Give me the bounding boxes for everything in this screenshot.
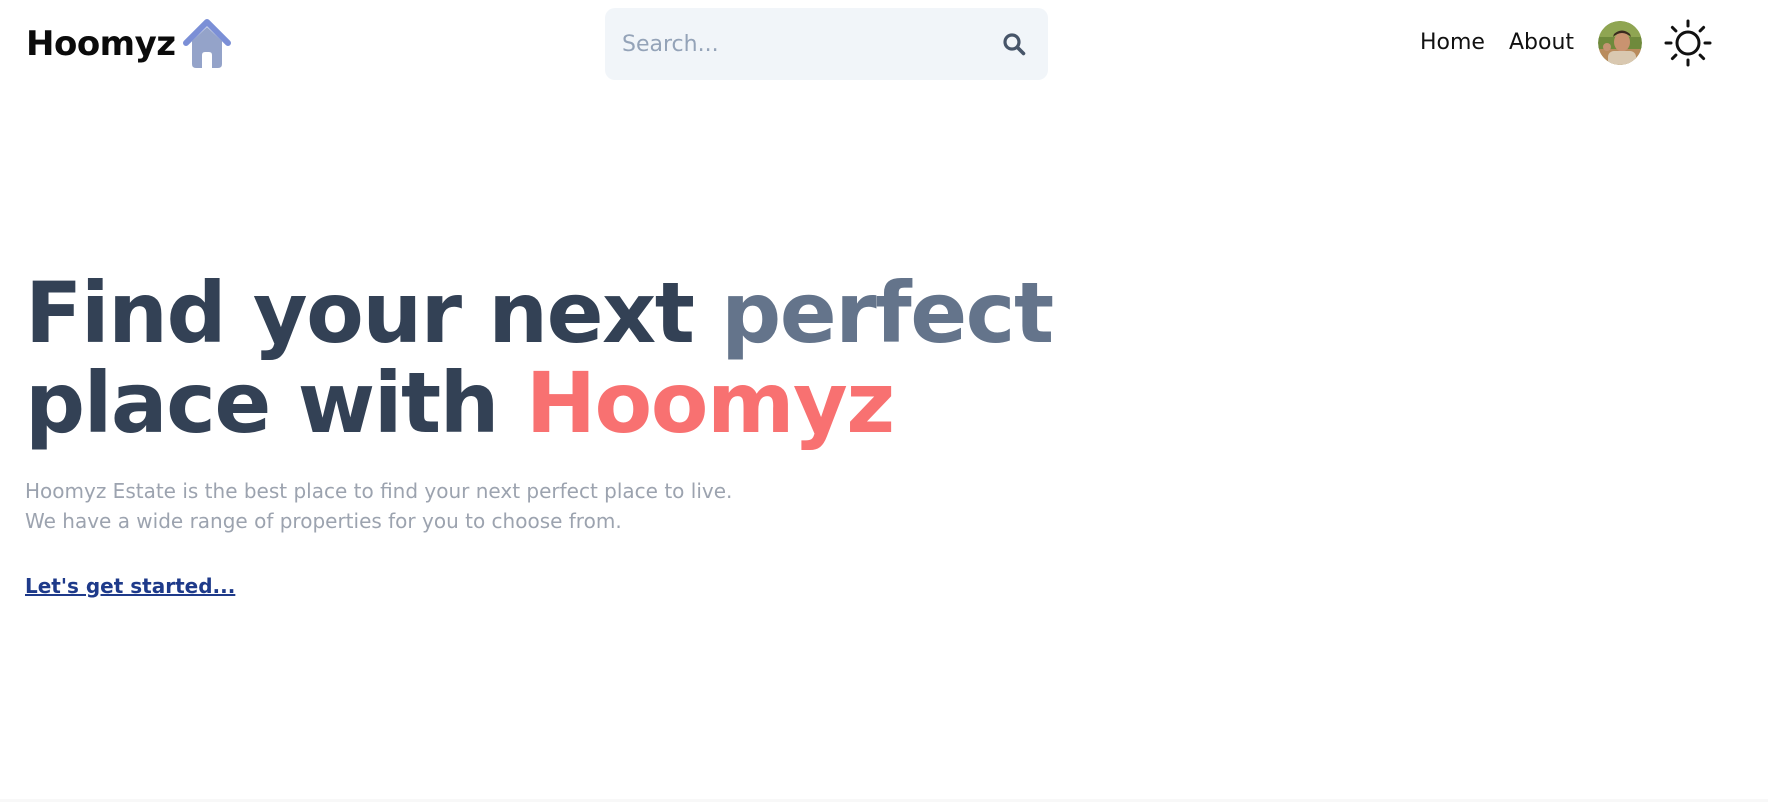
hero-title-part1: Find your next xyxy=(25,264,722,362)
page: Hoomyz Home About xyxy=(0,0,1768,802)
search-input[interactable] xyxy=(605,8,996,80)
nav-about-link[interactable]: About xyxy=(1509,32,1574,54)
hero-section: Find your next perfect place with Hoomyz… xyxy=(25,268,1125,598)
search-icon xyxy=(1003,33,1026,56)
nav-home-link[interactable]: Home xyxy=(1420,32,1485,54)
hero-title-part2: place with xyxy=(25,354,526,452)
hero-description-line2: We have a wide range of properties for y… xyxy=(25,509,622,533)
get-started-link[interactable]: Let's get started... xyxy=(25,574,235,598)
hero-title-accent: perfect xyxy=(721,264,1054,362)
header: Hoomyz Home About xyxy=(0,0,1768,90)
hero-description-line1: Hoomyz Estate is the best place to find … xyxy=(25,479,733,503)
sun-icon[interactable] xyxy=(1664,19,1712,67)
brand-link[interactable]: Hoomyz xyxy=(26,14,232,74)
house-icon xyxy=(182,19,231,68)
hero-title-brand: Hoomyz xyxy=(525,354,895,452)
hero-description: Hoomyz Estate is the best place to find … xyxy=(25,476,1125,536)
main-nav: Home About xyxy=(1420,19,1712,67)
hero-title: Find your next perfect place with Hoomyz xyxy=(25,268,1125,448)
brand-name: Hoomyz xyxy=(26,24,176,64)
search-button[interactable] xyxy=(996,26,1032,62)
search-bar xyxy=(605,8,1048,80)
user-avatar[interactable] xyxy=(1598,21,1643,65)
